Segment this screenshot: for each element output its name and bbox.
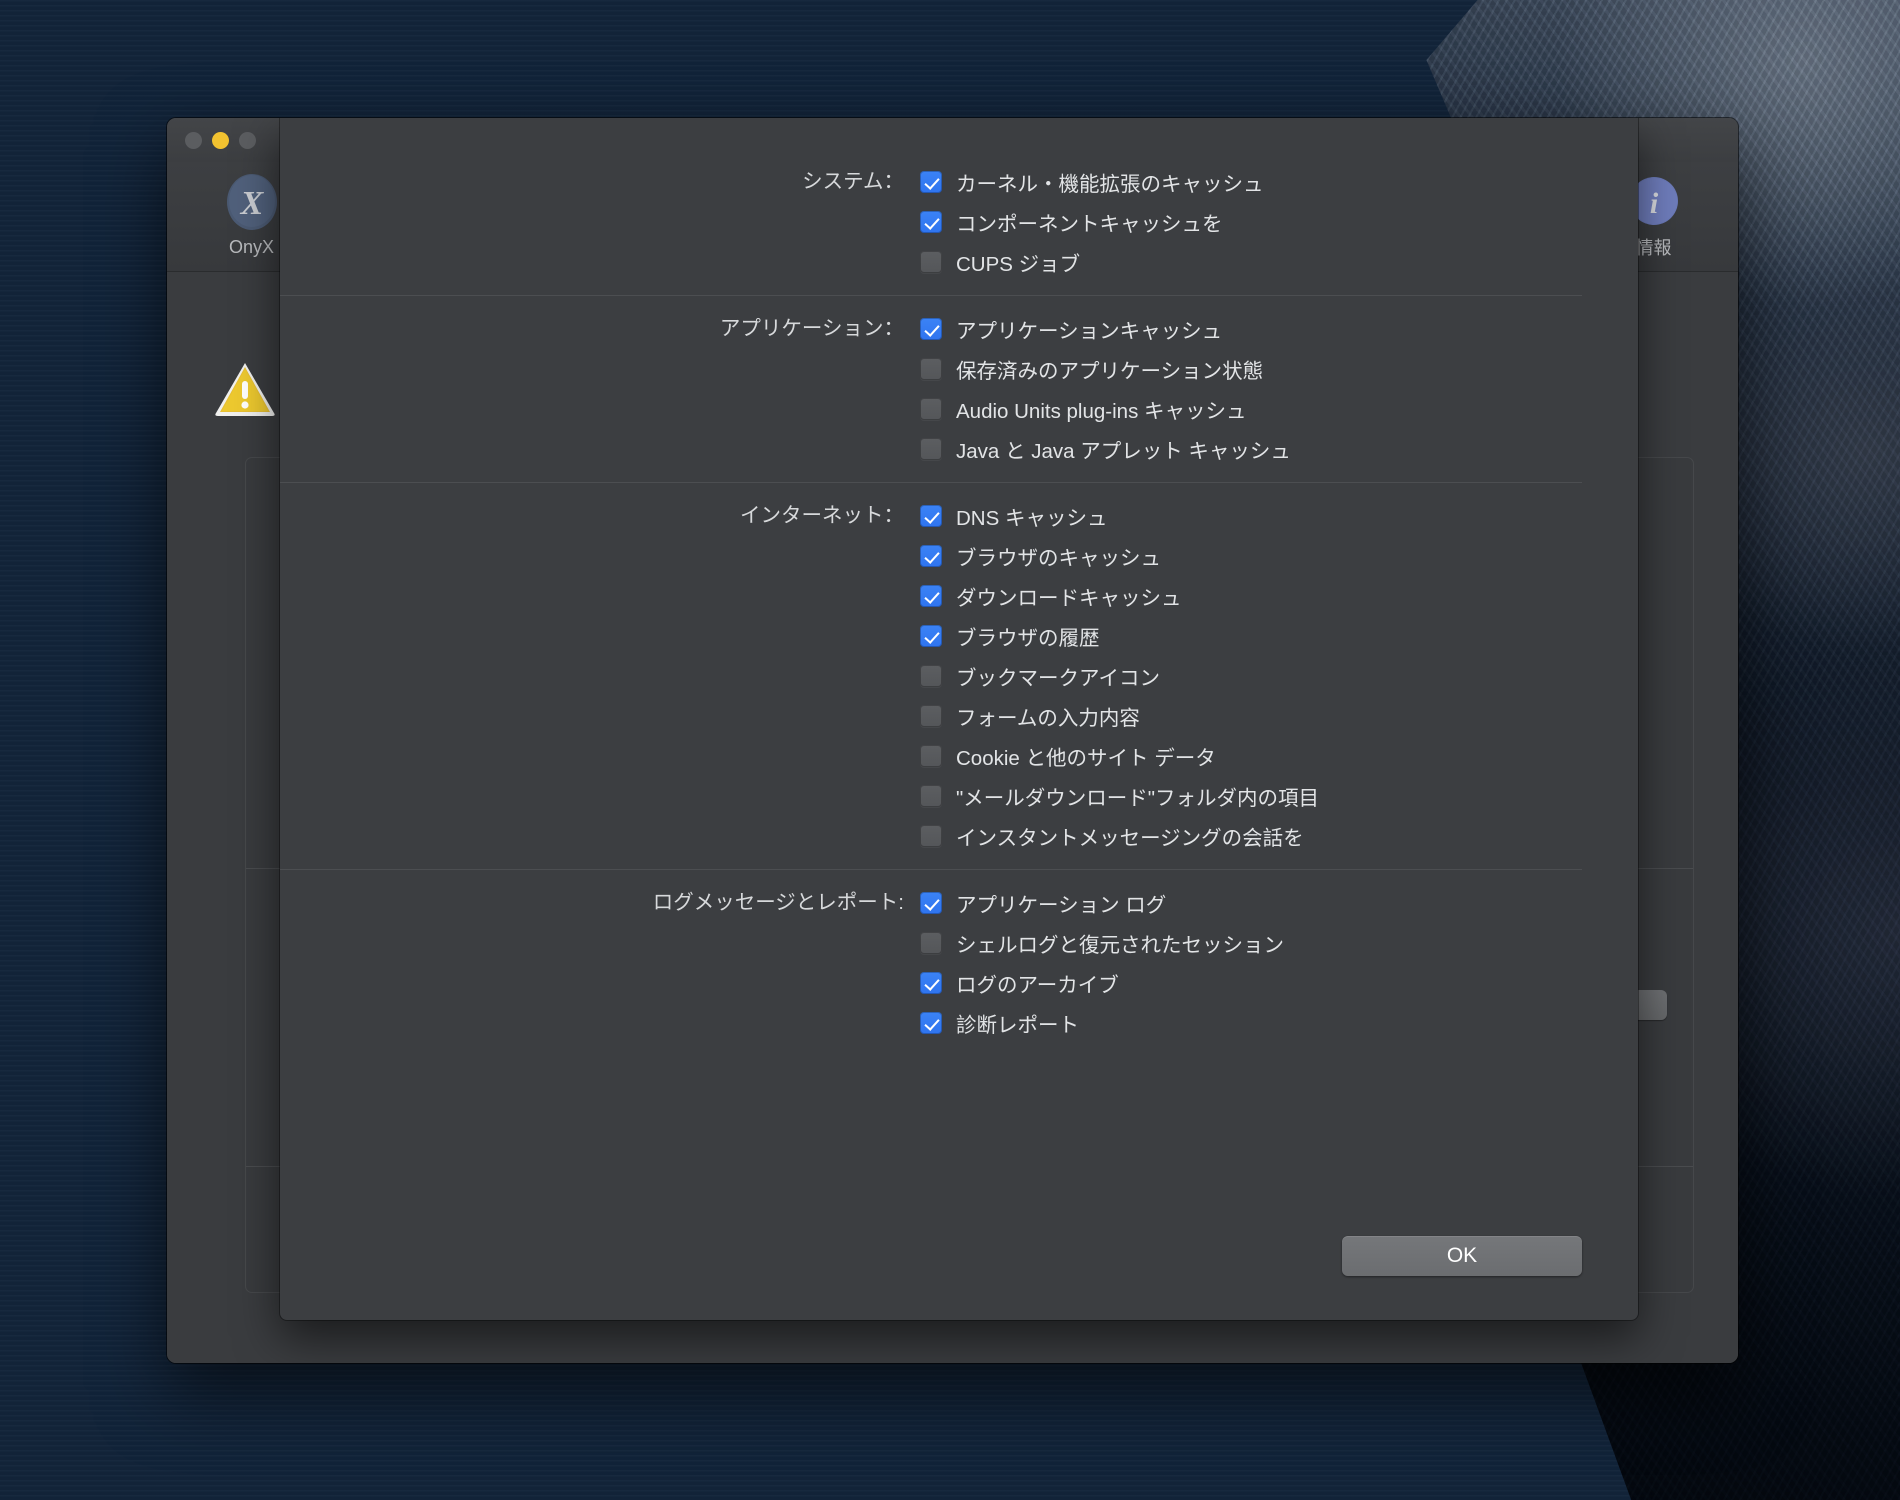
- checkbox-label: 診断レポート: [956, 1014, 1079, 1037]
- group-rows-internet: DNS キャッシュブラウザのキャッシュ ダウンロードキャッシュ ブラウザの履歴ブック…: [920, 496, 1582, 856]
- checkbox-label: シェルログと復元されたセッション: [956, 934, 1284, 957]
- cleaning-options-sheet: システム： カーネル・機能拡張のキャッシュ コンポーネントキャッシュを CUPS ジョ…: [280, 118, 1638, 1320]
- option-group-system: システム： カーネル・機能拡張のキャッシュ コンポーネントキャッシュを CUPS ジョ…: [280, 162, 1582, 282]
- option-row[interactable]: DNS キャッシュ: [920, 496, 1582, 536]
- checkbox-internet-1[interactable]: [920, 545, 942, 567]
- hidden-options-button-1[interactable]: [1633, 990, 1667, 1020]
- option-row[interactable]: "メールダウンロード"フォルダ内の項目: [920, 776, 1582, 816]
- group-divider: [280, 869, 1582, 870]
- group-rows-applications: アプリケーションキャッシュ保存済みのアプリケーション状態 Audio Units …: [920, 309, 1582, 469]
- onyx-main-window: OnyX X OnyX: [167, 118, 1738, 1363]
- option-row[interactable]: フォームの入力内容: [920, 696, 1582, 736]
- checkbox-internet-6[interactable]: [920, 745, 942, 767]
- checkbox-label: "メールダウンロード"フォルダ内の項目: [956, 787, 1320, 810]
- checkbox-applications-0[interactable]: [920, 318, 942, 340]
- checkbox-label: アプリケーションキャッシュ: [956, 320, 1223, 343]
- checkbox-label: ログのアーカイブ: [956, 974, 1119, 997]
- option-row[interactable]: ログのアーカイブ: [920, 963, 1582, 1003]
- option-row[interactable]: 診断レポート: [920, 1003, 1582, 1043]
- checkbox-internet-8[interactable]: [920, 825, 942, 847]
- option-row[interactable]: ブラウザの履歴: [920, 616, 1582, 656]
- checkbox-logs-2[interactable]: [920, 972, 942, 994]
- svg-text:i: i: [1649, 187, 1658, 220]
- ok-button[interactable]: OK: [1342, 1236, 1582, 1276]
- option-groups: システム： カーネル・機能拡張のキャッシュ コンポーネントキャッシュを CUPS ジョ…: [280, 162, 1582, 1043]
- checkbox-label: ダウンロードキャッシュ: [956, 587, 1182, 610]
- option-row[interactable]: シェルログと復元されたセッション: [920, 923, 1582, 963]
- checkbox-logs-0[interactable]: [920, 892, 942, 914]
- checkbox-label: カーネル・機能拡張のキャッシュ: [956, 173, 1264, 196]
- toolbar-label-info: 情報: [1635, 238, 1672, 258]
- checkbox-internet-4[interactable]: [920, 665, 942, 687]
- checkbox-applications-1[interactable]: [920, 358, 942, 380]
- group-label-applications: アプリケーション：: [719, 317, 904, 340]
- option-row[interactable]: Cookie と他のサイト データ: [920, 736, 1582, 776]
- checkbox-system-2[interactable]: [920, 251, 942, 273]
- checkbox-label: CUPS ジョブ: [956, 253, 1081, 276]
- checkbox-logs-3[interactable]: [920, 1012, 942, 1034]
- checkbox-label: Java と Java アプレット キャッシュ: [956, 440, 1291, 463]
- option-row[interactable]: Java と Java アプレット キャッシュ: [920, 429, 1582, 469]
- checkbox-internet-5[interactable]: [920, 705, 942, 727]
- checkbox-label: ブックマークアイコン: [956, 667, 1160, 690]
- option-row[interactable]: ブラウザのキャッシュ: [920, 536, 1582, 576]
- option-group-logs: ログメッセージとレポート: アプリケーション ログシェルログと復元されたセッション…: [280, 883, 1582, 1043]
- group-label-system: システム：: [802, 170, 904, 193]
- checkbox-label: インスタントメッセージングの会話を: [956, 827, 1304, 850]
- option-row[interactable]: 保存済みのアプリケーション状態: [920, 349, 1582, 389]
- sheet-footer: OK: [280, 1236, 1582, 1276]
- option-row[interactable]: コンポーネントキャッシュを: [920, 202, 1582, 242]
- checkbox-label: コンポーネントキャッシュを: [956, 213, 1223, 236]
- option-row[interactable]: アプリケーション ログ: [920, 883, 1582, 923]
- option-row[interactable]: CUPS ジョブ: [920, 242, 1582, 282]
- checkbox-applications-2[interactable]: [920, 398, 942, 420]
- option-row[interactable]: アプリケーションキャッシュ: [920, 309, 1582, 349]
- option-row[interactable]: インスタントメッセージングの会話を: [920, 816, 1582, 856]
- checkbox-label: ブラウザのキャッシュ: [956, 547, 1161, 570]
- checkbox-internet-7[interactable]: [920, 785, 942, 807]
- checkbox-internet-2[interactable]: [920, 585, 942, 607]
- checkbox-label: アプリケーション ログ: [956, 894, 1167, 917]
- checkbox-label: 保存済みのアプリケーション状態: [956, 360, 1264, 383]
- option-row[interactable]: ダウンロードキャッシュ: [920, 576, 1582, 616]
- group-rows-logs: アプリケーション ログシェルログと復元されたセッション ログのアーカイブ 診断レポー…: [920, 883, 1582, 1043]
- option-row[interactable]: ブックマークアイコン: [920, 656, 1582, 696]
- checkbox-applications-3[interactable]: [920, 438, 942, 460]
- toolbar-label-onyx: OnyX: [228, 237, 275, 257]
- group-rows-system: カーネル・機能拡張のキャッシュ コンポーネントキャッシュを CUPS ジョブ: [920, 162, 1582, 282]
- group-label-internet: インターネット：: [740, 504, 904, 527]
- checkbox-logs-1[interactable]: [920, 932, 942, 954]
- checkbox-internet-0[interactable]: [920, 505, 942, 527]
- checkbox-label: DNS キャッシュ: [956, 507, 1108, 530]
- option-row[interactable]: カーネル・機能拡張のキャッシュ: [920, 162, 1582, 202]
- group-divider: [280, 295, 1582, 296]
- group-label-logs: ログメッセージとレポート:: [652, 891, 904, 914]
- checkbox-internet-3[interactable]: [920, 625, 942, 647]
- onyx-x-icon: X: [221, 170, 283, 234]
- checkbox-label: Cookie と他のサイト データ: [956, 747, 1216, 770]
- option-group-applications: アプリケーション： アプリケーションキャッシュ保存済みのアプリケーション状態 Aud…: [280, 309, 1582, 469]
- checkbox-label: Audio Units plug-ins キャッシュ: [956, 400, 1247, 423]
- checkbox-label: ブラウザの履歴: [956, 627, 1100, 650]
- checkbox-system-1[interactable]: [920, 211, 942, 233]
- option-group-internet: インターネット： DNS キャッシュブラウザのキャッシュ ダウンロードキャッシュ ブラ…: [280, 496, 1582, 856]
- checkbox-system-0[interactable]: [920, 171, 942, 193]
- warning-triangle-icon: [214, 360, 276, 423]
- sheet-content: システム： カーネル・機能拡張のキャッシュ コンポーネントキャッシュを CUPS ジョ…: [280, 118, 1638, 1320]
- group-divider: [280, 482, 1582, 483]
- option-row[interactable]: Audio Units plug-ins キャッシュ: [920, 389, 1582, 429]
- svg-text:X: X: [239, 185, 264, 222]
- checkbox-label: フォームの入力内容: [956, 707, 1140, 730]
